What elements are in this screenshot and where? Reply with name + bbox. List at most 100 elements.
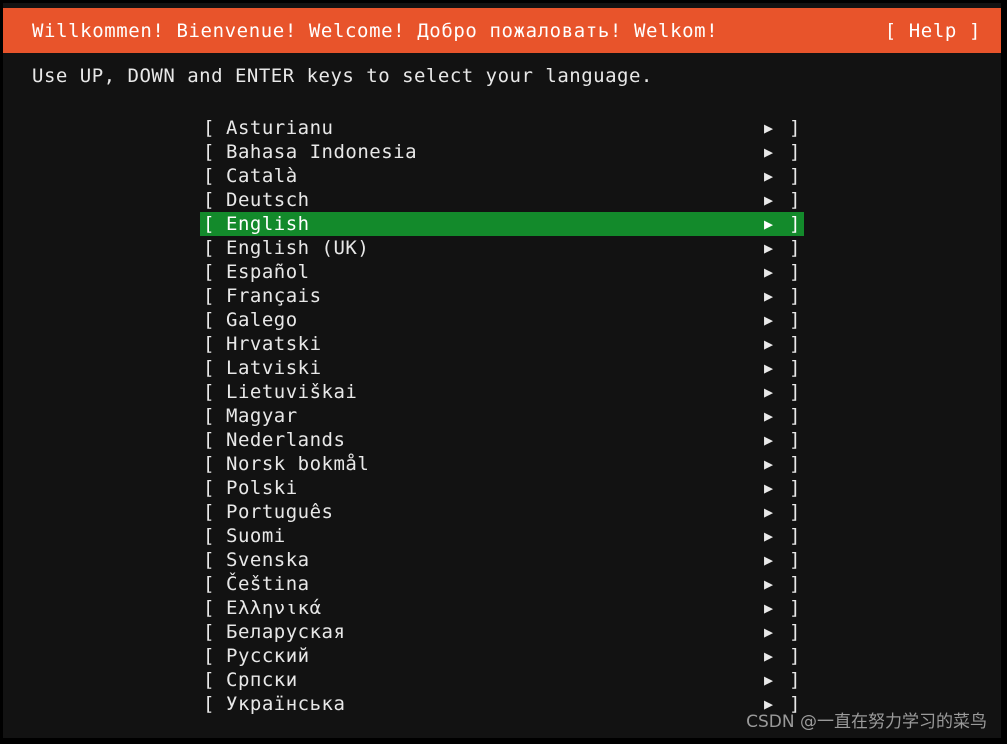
- bracket-close: ]: [789, 573, 801, 595]
- bracket-open: [: [203, 501, 215, 523]
- submenu-arrow-icon: ▶: [764, 671, 774, 689]
- bracket-close: ]: [789, 309, 801, 331]
- bracket-open: [: [203, 477, 215, 499]
- language-list-item[interactable]: [Norsk bokmål ▶]: [200, 452, 804, 476]
- language-list-item[interactable]: [Српски ▶]: [200, 668, 804, 692]
- language-label: Deutsch: [226, 189, 310, 211]
- bracket-close: ]: [789, 525, 801, 547]
- language-label: Galego: [226, 309, 298, 331]
- submenu-arrow-icon: ▶: [764, 191, 774, 209]
- language-list-item[interactable]: [ Magyar ▶]: [200, 404, 804, 428]
- submenu-arrow-icon: ▶: [764, 551, 774, 569]
- language-label: Português: [226, 501, 334, 523]
- bracket-close: ]: [789, 549, 801, 571]
- submenu-arrow-icon: ▶: [764, 287, 774, 305]
- submenu-arrow-icon: ▶: [764, 263, 774, 281]
- language-label: Українська: [226, 693, 346, 715]
- bracket-close: ]: [789, 381, 801, 403]
- submenu-arrow-icon: ▶: [764, 623, 774, 641]
- watermark: CSDN @一直在努力学习的菜鸟: [746, 712, 987, 732]
- language-label: Català: [226, 165, 298, 187]
- language-label: Беларуская: [226, 621, 346, 643]
- bracket-close: ]: [789, 237, 801, 259]
- bracket-close: ]: [789, 285, 801, 307]
- bracket-open: [: [203, 405, 215, 427]
- language-list-item[interactable]: [Latviski ▶]: [200, 356, 804, 380]
- language-label: English: [226, 213, 310, 235]
- bracket-close: ]: [789, 333, 801, 355]
- language-list-item[interactable]: [Português ▶]: [200, 500, 804, 524]
- bracket-open: [: [203, 381, 215, 403]
- bracket-close: ]: [789, 405, 801, 427]
- language-list-item[interactable]: [Galego ▶]: [200, 308, 804, 332]
- bracket-open: [: [203, 525, 215, 547]
- bracket-close: ]: [789, 621, 801, 643]
- language-list-item[interactable]: [Suomi ▶]: [200, 524, 804, 548]
- bracket-open: [: [203, 693, 215, 715]
- bracket-open: [: [203, 261, 215, 283]
- submenu-arrow-icon: ▶: [764, 215, 774, 233]
- language-label: Magyar: [226, 405, 298, 427]
- bracket-open: [: [203, 549, 215, 571]
- language-list-item[interactable]: [Polski ▶]: [200, 476, 804, 500]
- language-list-item[interactable]: [ Беларуская ▶]: [200, 620, 804, 644]
- instruction-text: Use UP, DOWN and ENTER keys to select yo…: [32, 65, 653, 87]
- bracket-close: ]: [789, 141, 801, 163]
- language-list: [Asturianu ▶] [Bahasa Indonesia ▶] [Català ▶]…: [200, 116, 804, 716]
- bracket-open: [: [203, 189, 215, 211]
- submenu-arrow-icon: ▶: [764, 407, 774, 425]
- bracket-close: ]: [789, 453, 801, 475]
- language-label: Nederlands: [226, 429, 346, 451]
- language-label: Polski: [226, 477, 298, 499]
- bracket-open: [: [203, 237, 215, 259]
- language-list-item[interactable]: [ Svenska ▶]: [200, 548, 804, 572]
- language-list-item[interactable]: [Español ▶]: [200, 260, 804, 284]
- submenu-arrow-icon: ▶: [764, 503, 774, 521]
- submenu-arrow-icon: ▶: [764, 143, 774, 161]
- language-list-item[interactable]: [Français ▶]: [200, 284, 804, 308]
- language-list-item[interactable]: [Русский ▶]: [200, 644, 804, 668]
- submenu-arrow-icon: ▶: [764, 479, 774, 497]
- language-label: Čeština: [226, 573, 310, 595]
- bracket-open: [: [203, 333, 215, 355]
- bracket-close: ]: [789, 189, 801, 211]
- bracket-close: ]: [789, 597, 801, 619]
- language-list-item[interactable]: [Asturianu ▶]: [200, 116, 804, 140]
- language-label: Latviski: [226, 357, 322, 379]
- bracket-close: ]: [789, 117, 801, 139]
- language-list-item[interactable]: [Čeština ▶]: [200, 572, 804, 596]
- bracket-close: ]: [789, 429, 801, 451]
- submenu-arrow-icon: ▶: [764, 359, 774, 377]
- language-list-item[interactable]: [ English (UK) ▶]: [200, 236, 804, 260]
- language-label: Français: [226, 285, 322, 307]
- language-list-item[interactable]: [Ελληνικά ▶]: [200, 596, 804, 620]
- installer-screen: Willkommen! Bienvenue! Welcome! Добро по…: [0, 0, 1007, 744]
- language-list-item[interactable]: [Lietuviškai ▶]: [200, 380, 804, 404]
- language-list-item[interactable]: [Bahasa Indonesia ▶]: [200, 140, 804, 164]
- language-list-item[interactable]: [ Deutsch ▶]: [200, 188, 804, 212]
- submenu-arrow-icon: ▶: [764, 119, 774, 137]
- bracket-close: ]: [789, 213, 801, 235]
- help-button[interactable]: [ Help ]: [885, 20, 981, 42]
- bracket-open: [: [203, 141, 215, 163]
- submenu-arrow-icon: ▶: [764, 239, 774, 257]
- bracket-open: [: [203, 429, 215, 451]
- welcome-title: Willkommen! Bienvenue! Welcome! Добро по…: [32, 19, 719, 42]
- bracket-open: [: [203, 621, 215, 643]
- header-bar: Willkommen! Bienvenue! Welcome! Добро по…: [3, 8, 1001, 53]
- language-label: English (UK): [226, 237, 370, 259]
- language-label: Hrvatski: [226, 333, 322, 355]
- language-list-item[interactable]: [Català ▶]: [200, 164, 804, 188]
- language-list-item[interactable]: [Nederlands ▶]: [200, 428, 804, 452]
- language-list-item[interactable]: [ Hrvatski ▶]: [200, 332, 804, 356]
- language-list-item[interactable]: [Українська ▶]: [200, 692, 804, 716]
- bracket-open: [: [203, 309, 215, 331]
- language-list-item[interactable]: [English ▶]: [200, 212, 804, 236]
- language-label: Svenska: [226, 549, 310, 571]
- bracket-open: [: [203, 669, 215, 691]
- submenu-arrow-icon: ▶: [764, 575, 774, 593]
- language-label: Asturianu: [226, 117, 334, 139]
- submenu-arrow-icon: ▶: [764, 335, 774, 353]
- submenu-arrow-icon: ▶: [764, 647, 774, 665]
- language-label: Español: [226, 261, 310, 283]
